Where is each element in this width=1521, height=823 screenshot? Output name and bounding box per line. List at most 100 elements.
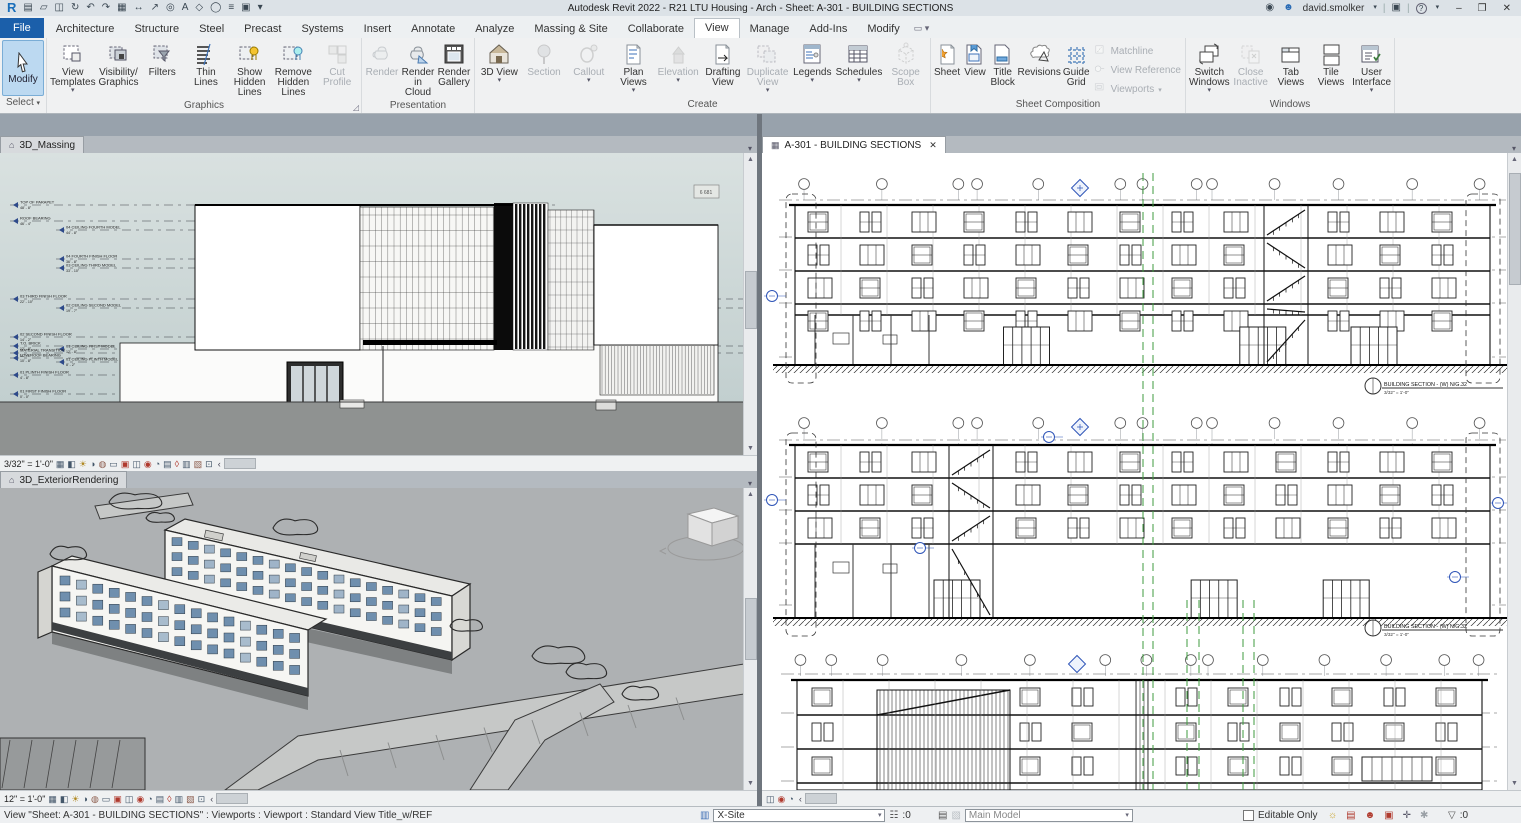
- sheet-button[interactable]: Sheet: [933, 40, 961, 79]
- tab-list-chevron-icon[interactable]: ▾: [743, 144, 757, 153]
- reveal-constraints-icon[interactable]: ▧: [194, 458, 203, 470]
- worksharing-display-icon[interactable]: ◔: [155, 458, 160, 470]
- sheet-view-tab[interactable]: ▦ A-301 - BUILDING SECTIONS ✕: [762, 136, 946, 153]
- view-3d-button[interactable]: 3D View ▾: [477, 40, 522, 85]
- move-with-nearby-icon[interactable]: ✛: [1403, 810, 1411, 821]
- visual-style-icon[interactable]: ◧: [60, 793, 69, 805]
- tab-list-chevron-icon[interactable]: ▾: [743, 479, 757, 488]
- ribbon-tab-precast[interactable]: Precast: [234, 19, 291, 38]
- rendering-vertical-scrollbar[interactable]: ▲ ▼: [743, 488, 757, 790]
- ribbon-tab-modify[interactable]: Modify: [857, 19, 909, 38]
- active-workset-select[interactable]: X-Site ▾: [713, 808, 886, 822]
- guide-grid-button[interactable]: Guide Grid: [1062, 40, 1091, 89]
- close-button[interactable]: ✕: [1495, 3, 1519, 14]
- tile-views-button[interactable]: Tile Views: [1311, 40, 1351, 89]
- horizontal-scrollbar-thumb[interactable]: [804, 793, 837, 804]
- rendering-dialog-icon[interactable]: ◍: [91, 793, 99, 805]
- rendering-canvas[interactable]: ▲ ▼: [0, 488, 757, 790]
- settings-gear-icon[interactable]: ✱: [1420, 810, 1428, 821]
- massing-vertical-scrollbar[interactable]: ▲ ▼: [743, 153, 757, 455]
- save-icon[interactable]: ◫: [55, 1, 64, 15]
- shadows-icon[interactable]: ◑: [83, 793, 88, 805]
- open-icon[interactable]: ▱: [40, 1, 48, 15]
- selection-filter-icon[interactable]: ▽: [1448, 810, 1456, 821]
- temporary-hide-isolate-icon[interactable]: ◫: [766, 793, 775, 805]
- highlight-displacement-sets-icon[interactable]: ▥: [175, 793, 184, 805]
- ribbon-tab-annotate[interactable]: Annotate: [401, 19, 465, 38]
- view-scale[interactable]: 12" = 1'-0": [4, 794, 45, 804]
- family-status-icon[interactable]: ☻: [1365, 810, 1376, 821]
- switch-windows-icon[interactable]: ▣: [241, 1, 250, 15]
- shadows-icon[interactable]: ◑: [90, 458, 95, 470]
- highlight-displacement-sets-icon[interactable]: ▥: [182, 458, 191, 470]
- tab-list-chevron-icon[interactable]: ▾: [1507, 144, 1521, 153]
- reveal-constraints-icon[interactable]: ▧: [186, 793, 195, 805]
- title-block-button[interactable]: Title Block: [989, 40, 1017, 89]
- rendering-dialog-icon[interactable]: ◍: [98, 458, 106, 470]
- sheet-vertical-scrollbar[interactable]: ▲ ▼: [1507, 153, 1521, 790]
- render-cloud-button[interactable]: Render in Cloud: [400, 40, 436, 99]
- ribbon-tab-file[interactable]: File: [0, 18, 44, 38]
- help-chevron-icon[interactable]: ▾: [1436, 1, 1440, 15]
- reveal-hidden-elements-icon[interactable]: ◉: [144, 458, 152, 470]
- massing-view-tab[interactable]: ⌂ 3D_Massing: [0, 136, 85, 153]
- ribbon-tab-analyze[interactable]: Analyze: [465, 19, 524, 38]
- temporary-hide-isolate-icon[interactable]: ◫: [132, 458, 141, 470]
- restore-button[interactable]: ❐: [1470, 3, 1495, 14]
- groups-status-icon[interactable]: ▣: [1384, 810, 1393, 821]
- massing-canvas[interactable]: TOP OF PARAPET 48' - 8" ROOF BEARING 46' - …: [0, 153, 757, 455]
- thin-lines-icon[interactable]: ≡: [228, 1, 234, 15]
- rendering-view-tab[interactable]: ⌂ 3D_ExteriorRendering: [0, 471, 128, 488]
- ribbon-tab-view[interactable]: View: [693, 18, 740, 38]
- modify-button[interactable]: Modify: [2, 40, 44, 96]
- file-menu-icon[interactable]: ▤: [23, 1, 32, 15]
- drafting-view-button[interactable]: Drafting View: [701, 40, 746, 89]
- detail-level-icon[interactable]: ▦: [48, 793, 57, 805]
- hide-analytical-model-icon[interactable]: ◊: [175, 458, 179, 470]
- revit-logo-icon[interactable]: R: [7, 1, 16, 15]
- sun-path-icon[interactable]: ☀: [71, 793, 79, 805]
- temporary-view-properties-icon[interactable]: ▤: [163, 458, 172, 470]
- ribbon-tab-systems[interactable]: Systems: [291, 19, 353, 38]
- horizontal-scrollbar-thumb[interactable]: [216, 793, 249, 804]
- worksharing-display-icon[interactable]: ◔: [788, 793, 793, 805]
- reveal-hidden-elements-icon[interactable]: ◉: [136, 793, 144, 805]
- default-3d-view-icon[interactable]: ◇: [195, 1, 203, 15]
- scroll-left-icon[interactable]: ‹: [210, 794, 213, 804]
- help-icon[interactable]: ?: [1415, 2, 1427, 14]
- tag-by-category-icon[interactable]: ◎: [166, 1, 175, 15]
- thin-lines-button[interactable]: Thin Lines: [184, 40, 228, 89]
- minimize-button[interactable]: –: [1448, 3, 1470, 14]
- selection-box-icon[interactable]: ⊡: [198, 793, 206, 805]
- ribbon-tab-structure[interactable]: Structure: [124, 19, 189, 38]
- filters-button[interactable]: Filters: [140, 40, 184, 79]
- worksharing-display-icon[interactable]: ◔: [147, 793, 152, 805]
- editable-only-checkbox[interactable]: [1243, 809, 1254, 821]
- ribbon-tab-architecture[interactable]: Architecture: [46, 19, 125, 38]
- sync-with-central-icon[interactable]: ↻: [71, 1, 79, 15]
- section-icon[interactable]: ◯: [210, 1, 221, 15]
- measure-icon[interactable]: ↔: [134, 1, 144, 15]
- render-gallery-button[interactable]: Render Gallery: [436, 40, 472, 89]
- ribbon-display-toggle-icon[interactable]: ▭ ▾: [910, 19, 934, 38]
- horizontal-scrollbar-thumb[interactable]: [223, 458, 256, 469]
- crop-region-visibility-icon[interactable]: ▣: [121, 458, 130, 470]
- editing-requests-icon[interactable]: ☷: [889, 810, 898, 821]
- view-scale[interactable]: 3/32" = 1'-0": [4, 459, 53, 469]
- detail-level-icon[interactable]: ▦: [56, 458, 65, 470]
- view-button[interactable]: View: [961, 40, 989, 79]
- panel-launcher-icon[interactable]: ◿: [353, 103, 359, 112]
- aligned-dimension-icon[interactable]: ↗: [151, 1, 159, 15]
- view-templates-button[interactable]: View Templates ▾: [49, 40, 97, 95]
- tab-views-button[interactable]: Tab Views: [1271, 40, 1311, 89]
- ribbon-tab-manage[interactable]: Manage: [740, 19, 800, 38]
- show-hidden-button[interactable]: Show Hidden Lines: [228, 40, 272, 99]
- ribbon-tab-insert[interactable]: Insert: [354, 19, 402, 38]
- user-interface-button[interactable]: User Interface ▾: [1351, 40, 1392, 95]
- cart-icon[interactable]: ▣: [1392, 1, 1401, 15]
- revisions-button[interactable]: Revisions: [1017, 40, 1062, 79]
- schedules-button[interactable]: Schedules ▾: [835, 40, 884, 85]
- selection-box-icon[interactable]: ⊡: [205, 458, 213, 470]
- plan-views-button[interactable]: Plan Views ▾: [611, 40, 656, 95]
- switch-windows-button[interactable]: Switch Windows ▾: [1188, 40, 1231, 95]
